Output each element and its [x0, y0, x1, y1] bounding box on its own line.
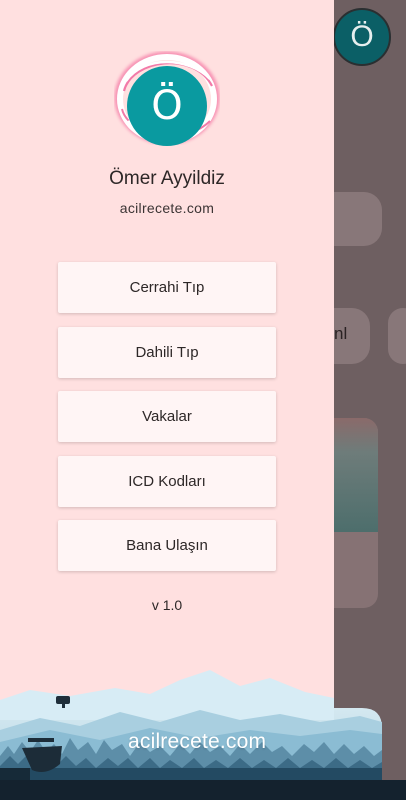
menu-item-cerrahi-tip[interactable]: Cerrahi Tıp — [58, 262, 276, 313]
drawer-menu: Cerrahi Tıp Dahili Tıp Vakalar ICD Kodla… — [58, 262, 276, 585]
background-avatar: Ö — [333, 8, 391, 66]
menu-item-icd-kodlari[interactable]: ICD Kodları — [58, 455, 276, 507]
background-category-text: nl — [334, 324, 348, 343]
app-version: v 1.0 — [151, 597, 183, 613]
profile-website[interactable]: acilrecete.com — [0, 200, 334, 216]
footer-website-text: acilrecete.com — [128, 730, 267, 753]
menu-item-bana-ulasin[interactable]: Bana Ulaşın — [58, 520, 276, 571]
background-category-card-2 — [388, 308, 406, 364]
profile-name: Ömer Ayyildiz — [109, 168, 225, 189]
menu-item-vakalar[interactable]: Vakalar — [58, 391, 276, 442]
menu-item-dahili-tip[interactable]: Dahili Tıp — [58, 326, 276, 378]
profile-avatar[interactable]: Ö — [127, 66, 207, 146]
